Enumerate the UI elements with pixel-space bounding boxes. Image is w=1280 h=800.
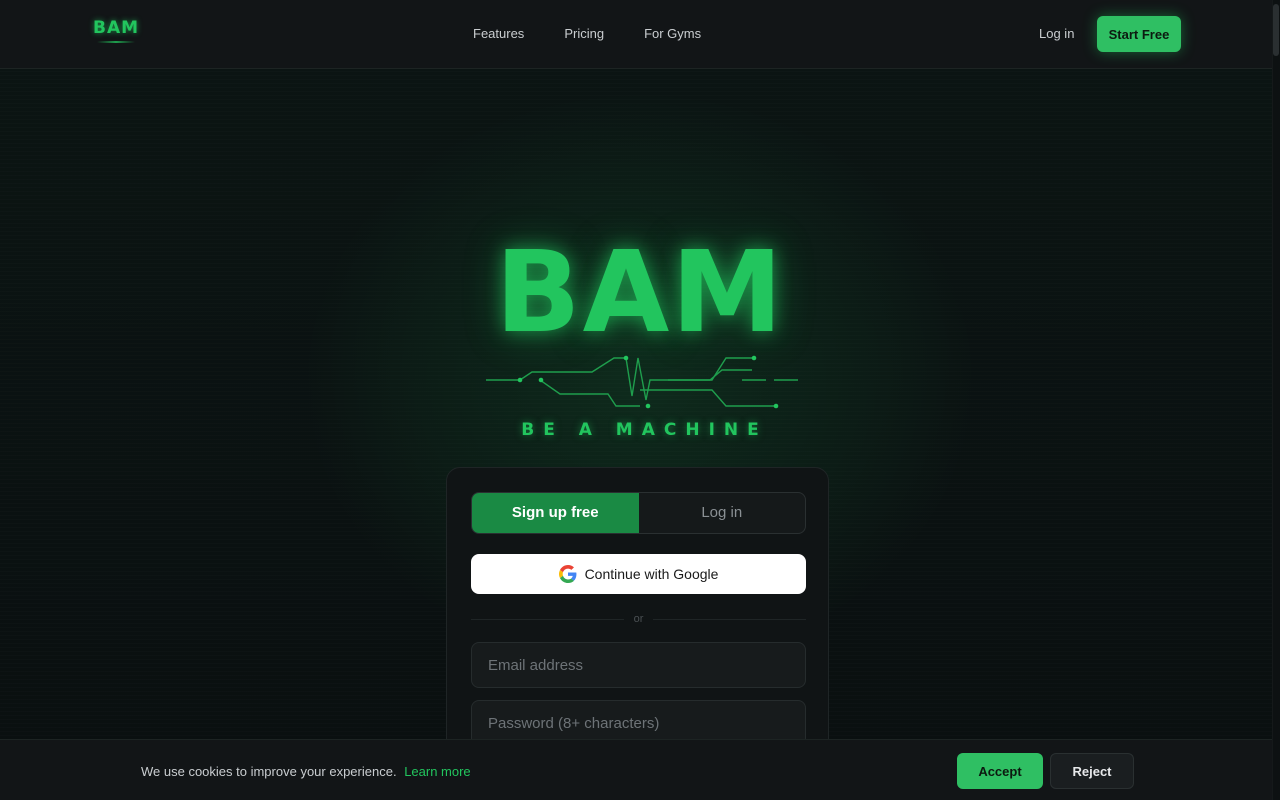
main-nav: Features Pricing For Gyms — [473, 26, 701, 42]
scrollbar-thumb[interactable] — [1273, 4, 1279, 56]
start-free-button[interactable]: Start Free — [1097, 16, 1181, 52]
email-field[interactable] — [471, 642, 806, 688]
divider-line-right — [653, 618, 806, 620]
header-logo[interactable]: BAM — [93, 18, 139, 46]
cookie-message-text: We use cookies to improve your experienc… — [141, 764, 397, 779]
nav-link-pricing[interactable]: Pricing — [564, 26, 604, 42]
header-logo-circuit — [97, 41, 135, 43]
cookie-learn-more-link[interactable]: Learn more — [404, 764, 470, 779]
divider-line-left — [471, 618, 624, 620]
cookie-banner: We use cookies to improve your experienc… — [0, 739, 1272, 800]
hero-logo: BAM — [480, 228, 800, 358]
brand-tagline: BE A MACHINE — [521, 420, 768, 440]
cookie-accept-button[interactable]: Accept — [957, 753, 1043, 789]
circuit-heartbeat-graphic — [486, 355, 798, 409]
page-scrollbar[interactable] — [1272, 0, 1280, 800]
cookie-reject-button[interactable]: Reject — [1050, 753, 1134, 789]
divider-text: or — [633, 613, 644, 625]
cookie-message: We use cookies to improve your experienc… — [141, 764, 471, 780]
google-icon — [558, 565, 576, 583]
google-button-label: Continue with Google — [584, 566, 719, 582]
or-divider: or — [471, 611, 806, 627]
header-login-link[interactable]: Log in — [1039, 26, 1074, 42]
nav-link-for-gyms[interactable]: For Gyms — [644, 26, 701, 42]
auth-tabs: Sign up free Log in — [471, 492, 806, 534]
tab-log-in[interactable]: Log in — [639, 493, 806, 533]
hero-logo-text: BAM — [495, 228, 785, 358]
tab-sign-up[interactable]: Sign up free — [472, 493, 639, 533]
auth-card: Sign up free Log in Continue with Google… — [446, 467, 829, 767]
nav-link-features[interactable]: Features — [473, 26, 524, 42]
continue-with-google-button[interactable]: Continue with Google — [471, 554, 806, 594]
top-navbar: BAM Features Pricing For Gyms Log in Sta… — [0, 0, 1272, 69]
header-logo-text: BAM — [93, 18, 140, 38]
